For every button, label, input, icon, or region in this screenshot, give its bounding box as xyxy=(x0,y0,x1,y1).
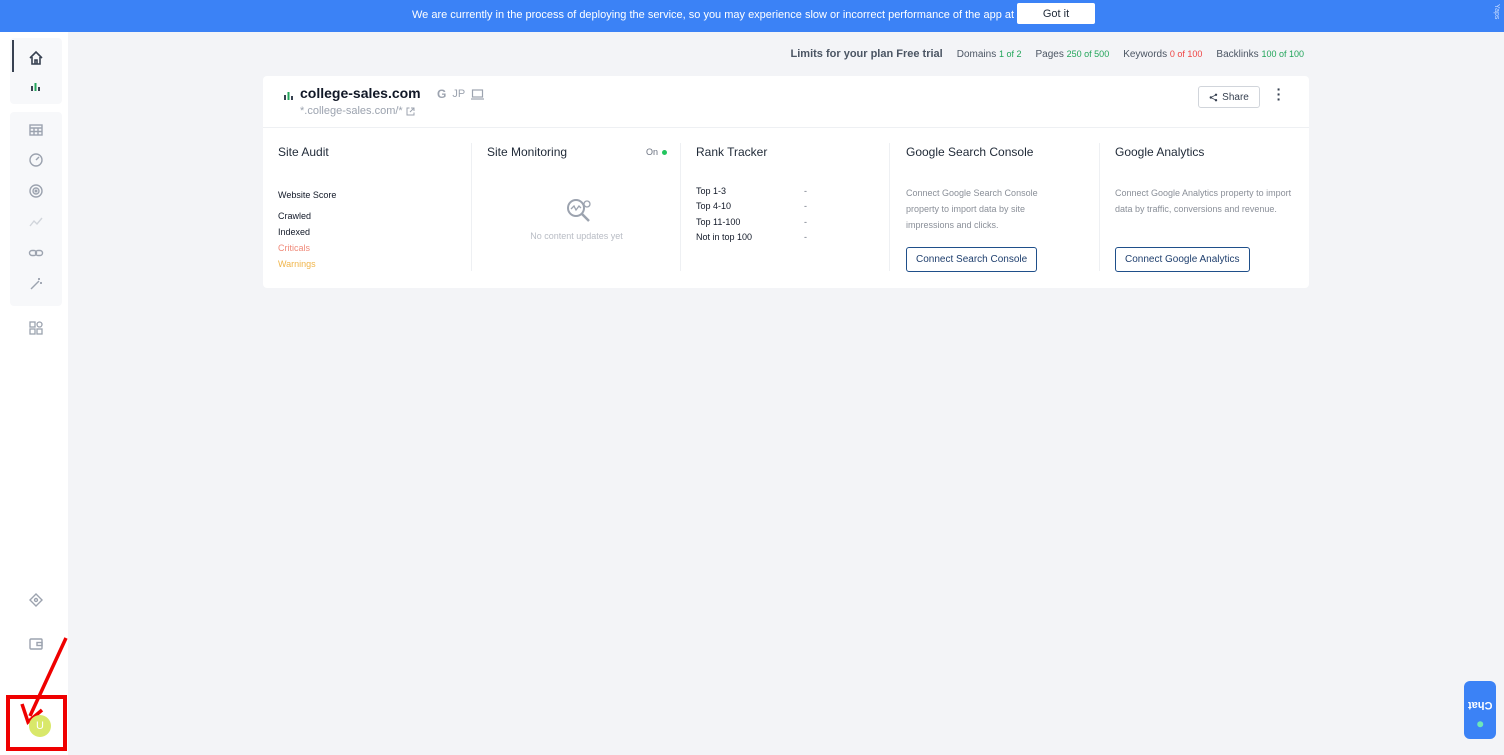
search-console-text: Connect Google Search Console property t… xyxy=(906,188,1038,230)
keywords-limit: Keywords 0 of 100 xyxy=(1123,49,1202,60)
subdomain-text: *.college-sales.com/* xyxy=(300,105,403,117)
avatar-highlight-box: U xyxy=(6,695,67,751)
bar-chart-icon[interactable] xyxy=(26,76,46,96)
connect-search-console-button[interactable]: Connect Search Console xyxy=(906,247,1038,272)
rank-value: - xyxy=(804,232,807,242)
project-subdomain[interactable]: *.college-sales.com/* xyxy=(300,105,415,117)
backlinks-label: Backlinks xyxy=(1216,49,1259,60)
connect-analytics-button[interactable]: Connect Google Analytics xyxy=(1115,247,1250,272)
rank-row: Top 4-10 - xyxy=(696,201,816,211)
diamond-icon[interactable] xyxy=(26,590,46,610)
rank-value: - xyxy=(804,201,807,211)
share-icon xyxy=(1209,93,1218,101)
rank-label: Top 1-3 xyxy=(696,186,727,196)
site-monitoring-title[interactable]: Site Monitoring xyxy=(487,145,567,159)
share-button[interactable]: Share xyxy=(1198,86,1260,108)
rank-row: Not in top 100 - xyxy=(696,232,816,242)
crawled-label: Crawled xyxy=(278,211,312,221)
column-divider xyxy=(889,143,890,271)
trend-icon[interactable] xyxy=(26,212,46,232)
gauge-icon[interactable] xyxy=(26,150,46,170)
plan-limits-label: Limits for your plan Free trial xyxy=(790,48,943,60)
project-meta: G JP xyxy=(437,87,485,101)
banner-tag: Yaps xyxy=(1493,4,1500,20)
project-card: college-sales.com G JP *.college-sales.c… xyxy=(263,76,1309,288)
domains-limit: Domains 1 of 2 xyxy=(957,49,1022,60)
table-icon[interactable] xyxy=(26,120,46,140)
indexed-label: Indexed xyxy=(278,227,311,237)
magic-wand-icon[interactable] xyxy=(26,274,46,294)
analytics-column: Google Analytics Connect Google Analytic… xyxy=(1100,128,1309,288)
monitoring-empty-text: No content updates yet xyxy=(530,231,623,241)
website-score-label: Website Score xyxy=(278,190,337,200)
home-icon[interactable] xyxy=(26,48,46,68)
rank-label: Top 11-100 xyxy=(696,217,741,227)
site-audit-list: Website Score Crawled Indexed Criticals … xyxy=(278,190,336,275)
rank-value: - xyxy=(804,217,807,227)
criticals-label: Criticals xyxy=(278,243,311,253)
rank-value: - xyxy=(804,186,807,196)
backlinks-limit: Backlinks 100 of 100 xyxy=(1216,49,1304,60)
backlinks-value: 100 of 100 xyxy=(1261,49,1304,59)
search-console-column: Google Search Console Connect Google Sea… xyxy=(891,128,1100,288)
analytics-title: Google Analytics xyxy=(1115,145,1205,159)
rank-tracker-title[interactable]: Rank Tracker xyxy=(696,145,767,159)
rank-row: Top 11-100 - xyxy=(696,217,816,227)
sidebar: U xyxy=(0,32,68,755)
active-indicator xyxy=(12,40,14,72)
pages-value: 250 of 500 xyxy=(1066,49,1110,59)
chat-online-dot xyxy=(1477,721,1484,728)
keywords-label: Keywords xyxy=(1123,49,1168,60)
rank-tracker-column: Rank Tracker Top 1-3 - Top 4-10 - Top 11… xyxy=(681,128,890,288)
country-code: JP xyxy=(452,88,466,100)
got-it-button[interactable]: Got it xyxy=(1017,3,1095,24)
project-logo-icon xyxy=(284,92,293,100)
pages-label: Pages xyxy=(1035,49,1064,60)
share-label: Share xyxy=(1222,91,1249,103)
banner-message: We are currently in the process of deplo… xyxy=(412,9,1062,21)
google-icon: G xyxy=(437,87,447,101)
search-settings-icon xyxy=(567,199,591,222)
search-console-title: Google Search Console xyxy=(906,145,1034,159)
chat-label: Chat xyxy=(1467,699,1493,711)
keywords-value: 0 of 100 xyxy=(1169,49,1203,59)
deploy-banner: We are currently in the process of deplo… xyxy=(0,0,1504,32)
target-icon[interactable] xyxy=(26,181,46,201)
analytics-text: Connect Google Analytics property to imp… xyxy=(1115,188,1292,214)
rank-label: Not in top 100 xyxy=(696,232,753,242)
site-audit-title[interactable]: Site Audit xyxy=(278,145,329,159)
domains-value: 1 of 2 xyxy=(998,49,1022,59)
chat-button[interactable]: Chat xyxy=(1464,681,1496,739)
plan-limits: Limits for your plan Free trial Domains … xyxy=(791,48,1304,60)
pages-limit: Pages 250 of 500 xyxy=(1036,49,1110,60)
rank-row: Top 1-3 - xyxy=(696,186,816,196)
desktop-icon xyxy=(471,88,485,100)
monitoring-status-badge: On xyxy=(646,147,667,157)
more-options-icon[interactable]: · · · xyxy=(1273,82,1285,106)
project-header: college-sales.com G JP *.college-sales.c… xyxy=(263,76,1309,128)
status-dot xyxy=(662,149,667,155)
site-monitoring-column: Site Monitoring On No content updates ye… xyxy=(472,128,681,288)
external-link-icon[interactable] xyxy=(406,107,415,116)
domains-label: Domains xyxy=(956,49,997,60)
chat-button-content: Chat xyxy=(1468,693,1492,728)
apps-icon[interactable] xyxy=(26,318,46,338)
link-icon[interactable] xyxy=(26,243,46,263)
avatar[interactable]: U xyxy=(29,715,51,737)
rank-label: Top 4-10 xyxy=(696,201,732,211)
monitoring-status: On xyxy=(645,147,658,157)
project-name[interactable]: college-sales.com xyxy=(300,85,421,101)
site-audit-column: Site Audit Website Score Crawled Indexed… xyxy=(263,128,472,288)
warnings-label: Warnings xyxy=(278,259,316,269)
